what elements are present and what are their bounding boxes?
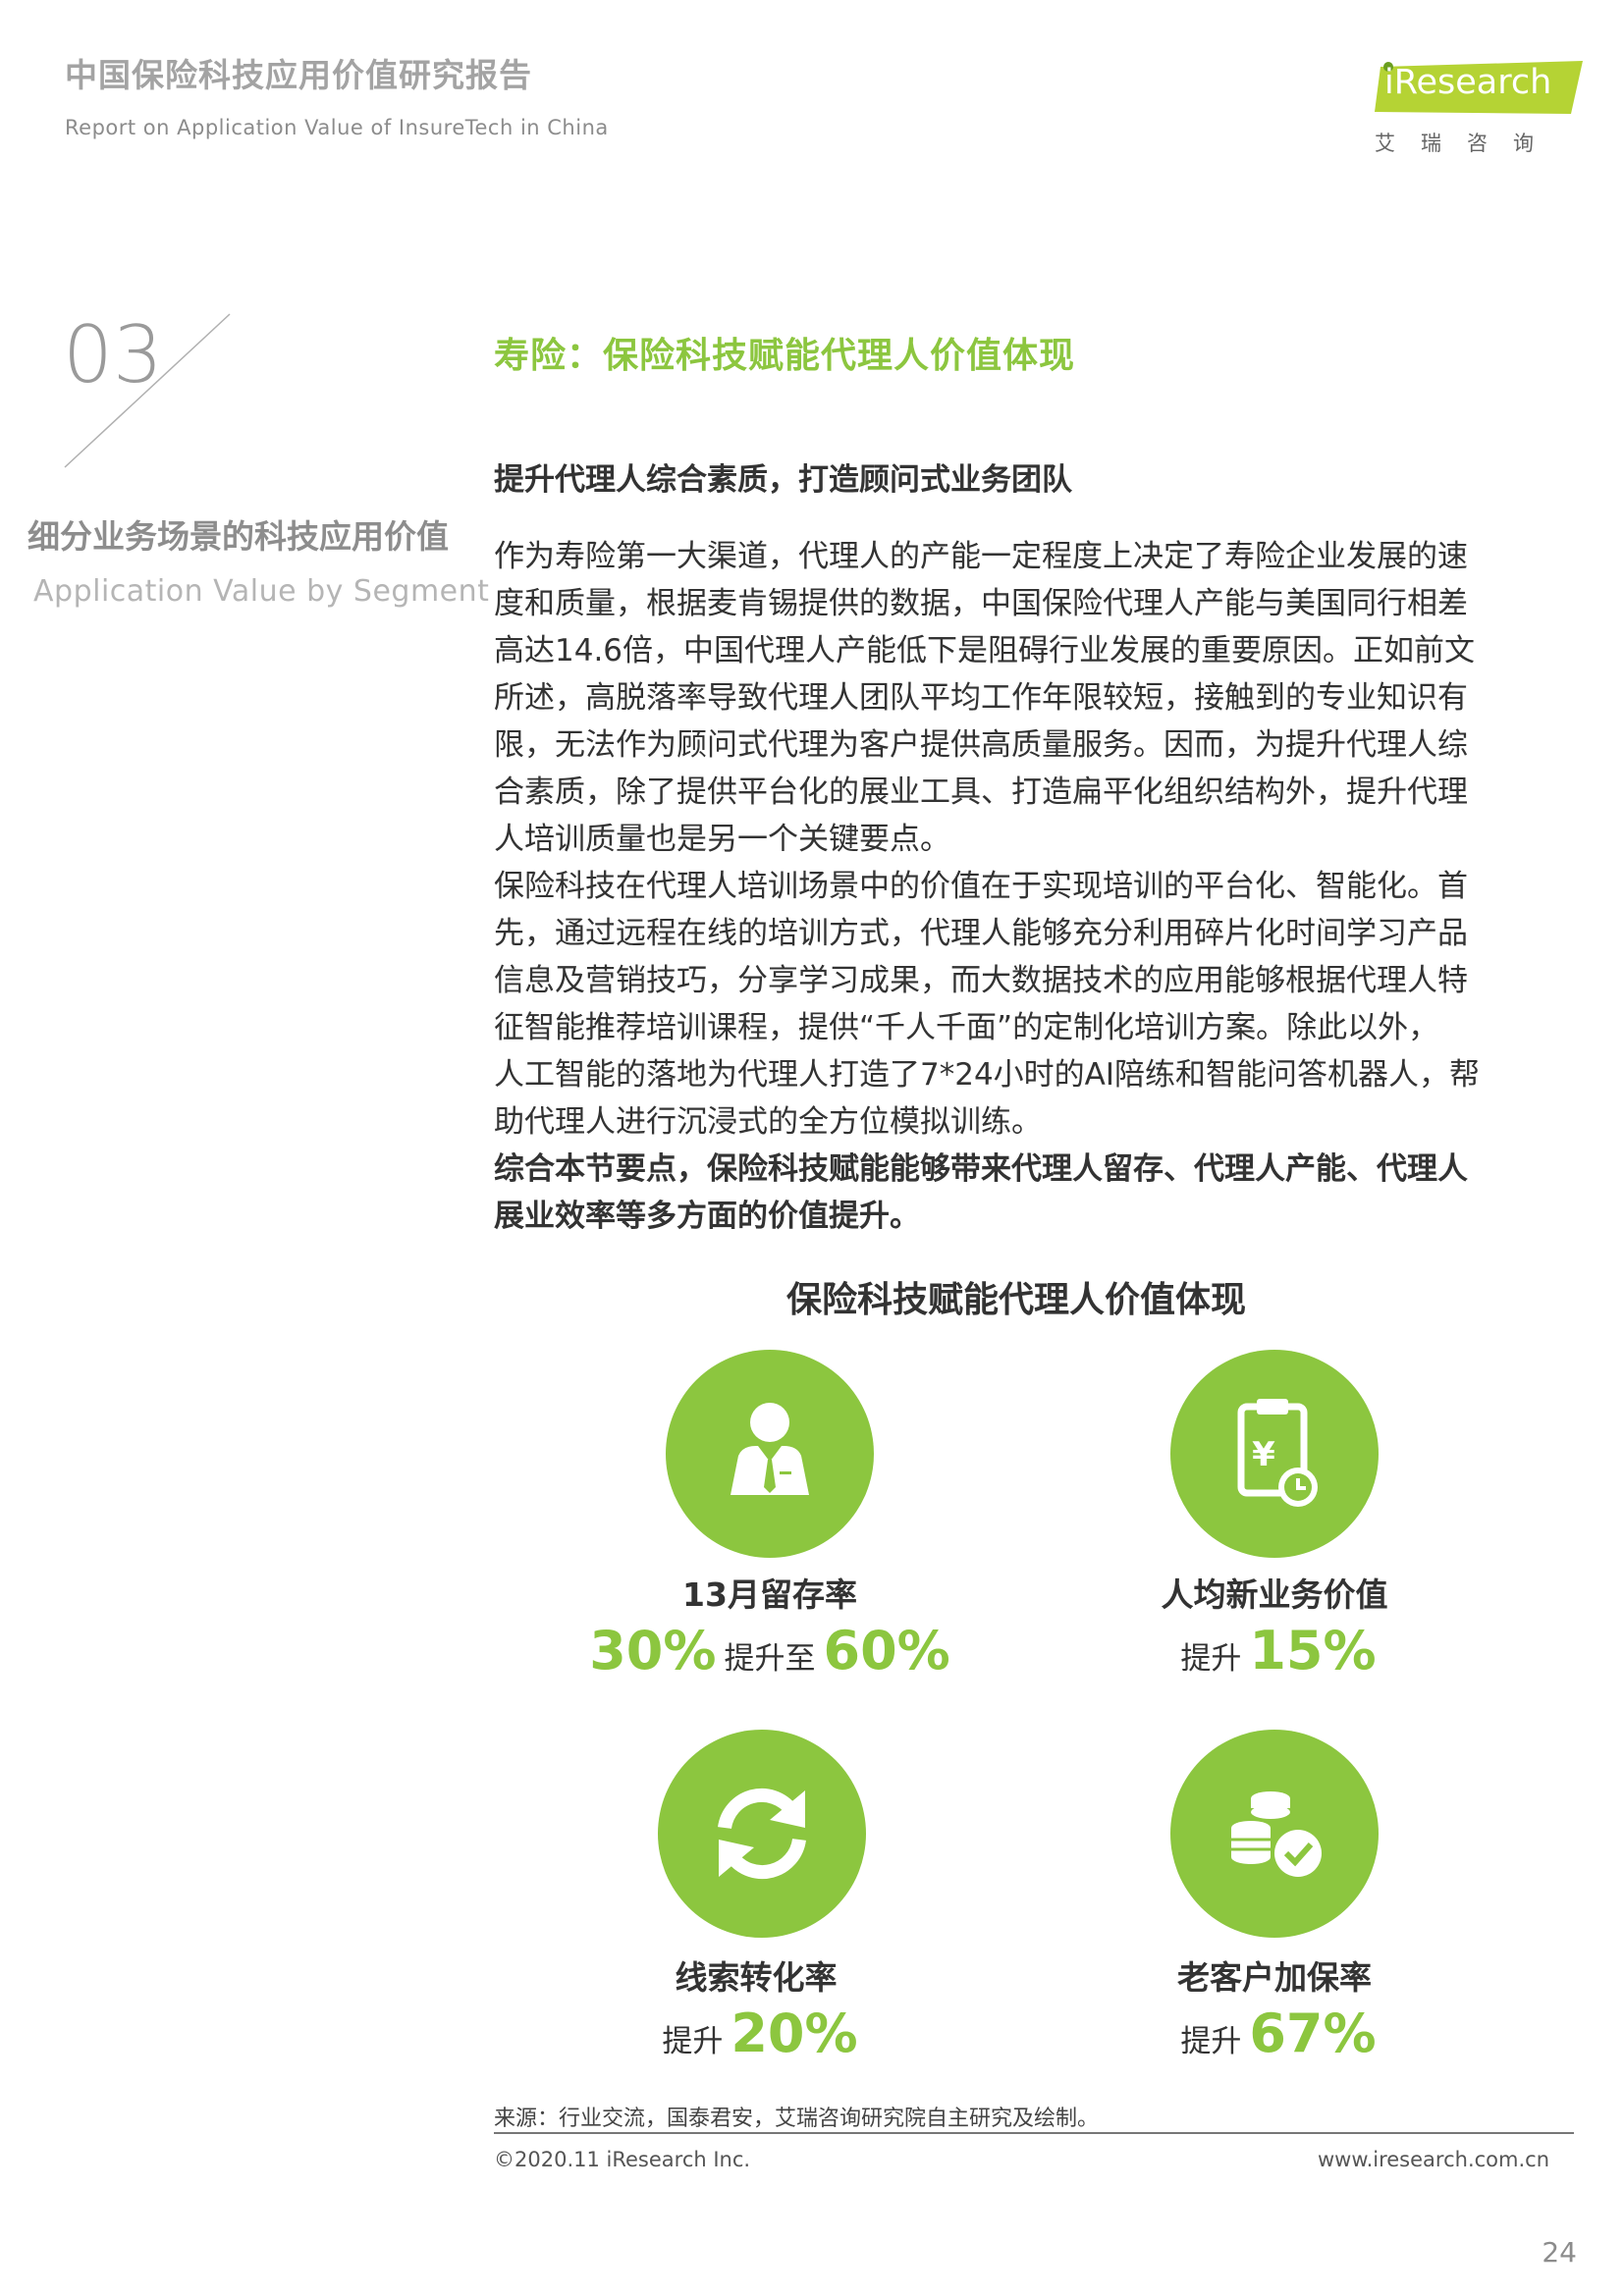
summary-line: 综合本节要点，保险科技赋能能够带来代理人留存、代理人产能、代理人 — [494, 1151, 1468, 1187]
paragraph-line: 人工智能的落地为代理人打造了7*24小时的AI陪练和智能问答机器人，帮 — [494, 1057, 1481, 1093]
metric-value-new-business-value: 提升 15% — [1039, 1620, 1510, 1682]
page-heading: 寿险：保险科技赋能代理人价值体现 — [494, 336, 1076, 376]
metric-prefix: 提升 — [662, 2024, 724, 2059]
paragraph-line: 信息及营销技巧，分享学习成果，而大数据技术的应用能够根据代理人特 — [494, 963, 1468, 998]
section-divider-slash — [64, 313, 231, 468]
metric-to-value: 60% — [823, 1620, 950, 1682]
paragraph-line: 助代理人进行沉浸式的全方位模拟训练。 — [494, 1104, 1042, 1140]
clipboard-yuan-icon: ¥ — [1237, 1399, 1318, 1507]
iresearch-logo: iResearch 艾瑞咨询 — [1375, 59, 1583, 167]
metric-prefix: 提升 — [1180, 2024, 1242, 2059]
metric-number: 20% — [731, 2002, 858, 2064]
coins-check-icon — [1231, 1791, 1322, 1877]
metric-label-repeat-purchase: 老客户加保率 — [1177, 1958, 1372, 1997]
metric-circle-new-business-value: ¥ — [1170, 1350, 1379, 1558]
report-subtitle: Report on Application Value of InsureTec… — [65, 116, 609, 139]
metric-value-retention: 30% 提升至 60% — [534, 1620, 1005, 1682]
metric-label-new-business-value: 人均新业务价值 — [1161, 1575, 1388, 1614]
metric-from-value: 30% — [589, 1620, 717, 1682]
section-title: 细分业务场景的科技应用价值 — [27, 517, 449, 556]
metric-circle-retention — [666, 1350, 874, 1558]
logo-chinese-name: 艾瑞咨询 — [1375, 132, 1559, 155]
metric-value-repeat-purchase: 提升 67% — [1039, 2002, 1510, 2064]
metric-number: 67% — [1249, 2002, 1377, 2064]
paragraph-line: 合素质，除了提供平台化的展业工具、打造扁平化组织结构外，提升代理 — [494, 774, 1468, 810]
metric-circle-repeat-purchase — [1170, 1730, 1379, 1938]
metric-label-lead-conversion: 线索转化率 — [675, 1958, 838, 1997]
section-subtitle: Application Value by Segment — [33, 574, 490, 609]
copyright: ©2020.11 iResearch Inc. — [494, 2148, 751, 2171]
website-link[interactable]: www.iresearch.com.cn — [1318, 2148, 1549, 2171]
metric-circle-lead-conversion — [658, 1730, 866, 1938]
summary-line: 展业效率等多方面的价值提升。 — [494, 1199, 920, 1234]
paragraph-line: 征智能推荐培训课程，提供“千人千面”的定制化培训方案。除此以外， — [494, 1010, 1439, 1045]
refresh-icon — [718, 1788, 806, 1880]
paragraph-line: 先，通过远程在线的培训方式，代理人能够充分利用碎片化时间学习产品 — [494, 916, 1468, 951]
subheading: 提升代理人综合素质，打造顾问式业务团队 — [494, 462, 1072, 498]
agent-icon — [731, 1403, 809, 1495]
metric-prefix: 提升 — [1180, 1641, 1242, 1677]
page-number: 24 — [1542, 2236, 1577, 2269]
paragraph-line: 所述，高脱落率导致代理人团队平均工作年限较短，接触到的专业知识有 — [494, 680, 1468, 716]
infographic-title: 保险科技赋能代理人价值体现 — [785, 1280, 1246, 1320]
metric-label-retention: 13月留存率 — [682, 1575, 857, 1614]
paragraph-line: 度和质量，根据麦肯锡提供的数据，中国保险代理人产能与美国同行相差 — [494, 586, 1468, 621]
paragraph-line: 限，无法作为顾问式代理为客户提供高质量服务。因而，为提升代理人综 — [494, 727, 1468, 763]
source-note: 来源：行业交流，国泰君安，艾瑞咨询研究院自主研究及绘制。 — [494, 2107, 1100, 2131]
paragraph-line: 作为寿险第一大渠道，代理人的产能一定程度上决定了寿险企业发展的速 — [494, 539, 1468, 574]
metric-value-lead-conversion: 提升 20% — [520, 2002, 992, 2064]
metric-connector: 提升至 — [724, 1641, 816, 1677]
footer-divider — [494, 2132, 1574, 2134]
paragraph-line: 人培训质量也是另一个关键要点。 — [494, 822, 950, 857]
paragraph-line: 保险科技在代理人培训场景中的价值在于实现培训的平台化、智能化。首 — [494, 869, 1468, 904]
report-title: 中国保险科技应用价值研究报告 — [65, 56, 532, 94]
logo-wordmark: iResearch — [1384, 63, 1552, 102]
metric-number: 15% — [1249, 1620, 1377, 1682]
paragraph-line: 高达14.6倍，中国代理人产能低下是阻碍行业发展的重要原因。正如前文 — [494, 633, 1476, 668]
svg-text:¥: ¥ — [1252, 1435, 1275, 1474]
